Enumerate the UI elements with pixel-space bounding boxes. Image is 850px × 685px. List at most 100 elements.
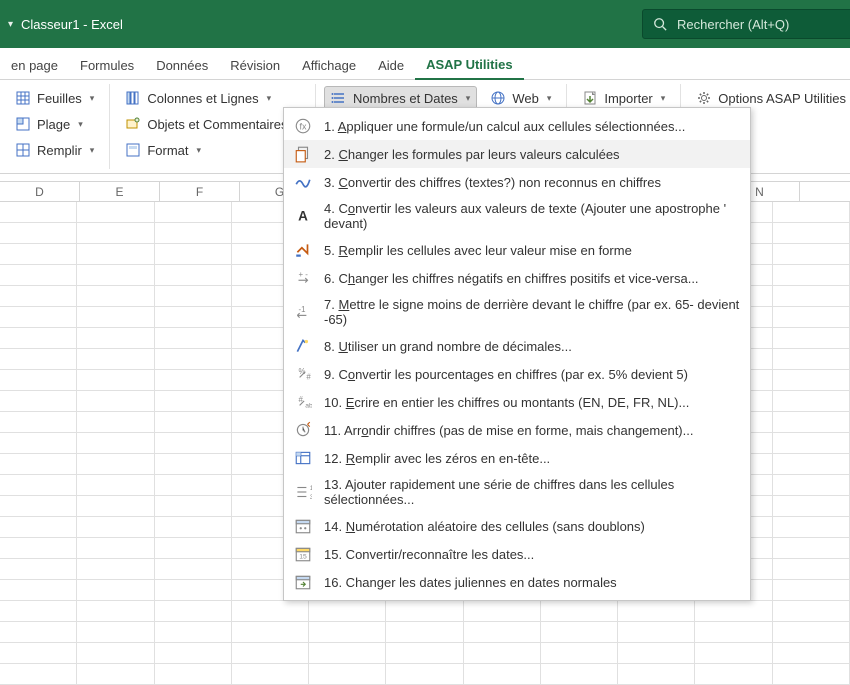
- cell[interactable]: [541, 601, 618, 622]
- cell[interactable]: [0, 328, 77, 349]
- cell[interactable]: [773, 538, 850, 559]
- cell[interactable]: [155, 244, 232, 265]
- cell[interactable]: [0, 202, 77, 223]
- ribbon-remplir[interactable]: Remplir▾: [8, 138, 101, 162]
- cell[interactable]: [155, 643, 232, 664]
- menu-item-2[interactable]: 2. Changer les formules par leurs valeur…: [284, 140, 750, 168]
- cell[interactable]: [0, 601, 77, 622]
- cell[interactable]: [155, 580, 232, 601]
- cell[interactable]: [77, 643, 154, 664]
- menu-item-6[interactable]: +-6. Changer les chiffres négatifs en ch…: [284, 264, 750, 292]
- cell[interactable]: [773, 223, 850, 244]
- cell[interactable]: [155, 559, 232, 580]
- cell[interactable]: [0, 454, 77, 475]
- cell[interactable]: [309, 664, 386, 685]
- cell[interactable]: [155, 454, 232, 475]
- cell[interactable]: [155, 307, 232, 328]
- ribbon-plage[interactable]: Plage▾: [8, 112, 101, 136]
- cell[interactable]: [386, 622, 463, 643]
- cell[interactable]: [77, 307, 154, 328]
- cell[interactable]: [77, 664, 154, 685]
- menu-item-8[interactable]: 8. Utiliser un grand nombre de décimales…: [284, 332, 750, 360]
- cell[interactable]: [309, 601, 386, 622]
- menu-item-9[interactable]: %#9. Convertir les pourcentages en chiff…: [284, 360, 750, 388]
- cell[interactable]: [155, 412, 232, 433]
- cell[interactable]: [541, 622, 618, 643]
- cell[interactable]: [773, 475, 850, 496]
- cell[interactable]: [77, 370, 154, 391]
- cell[interactable]: [155, 202, 232, 223]
- cell[interactable]: [618, 643, 695, 664]
- cell[interactable]: [0, 643, 77, 664]
- cell[interactable]: [77, 328, 154, 349]
- cell[interactable]: [309, 622, 386, 643]
- cell[interactable]: [773, 265, 850, 286]
- menu-item-13[interactable]: 1313. Ajouter rapidement une série de ch…: [284, 472, 750, 512]
- cell[interactable]: [155, 496, 232, 517]
- cell[interactable]: [0, 265, 77, 286]
- cell[interactable]: [773, 202, 850, 223]
- cell[interactable]: [77, 580, 154, 601]
- cell[interactable]: [232, 643, 309, 664]
- cell[interactable]: [77, 622, 154, 643]
- cell[interactable]: [618, 664, 695, 685]
- menu-item-12[interactable]: 12. Remplir avec les zéros en en-tête...: [284, 444, 750, 472]
- cell[interactable]: [155, 601, 232, 622]
- tab-révision[interactable]: Révision: [219, 52, 291, 79]
- cell[interactable]: [464, 643, 541, 664]
- cell[interactable]: [464, 601, 541, 622]
- cell[interactable]: [0, 286, 77, 307]
- cell[interactable]: [0, 559, 77, 580]
- title-caret-icon[interactable]: ▾: [8, 19, 13, 30]
- cell[interactable]: [695, 664, 772, 685]
- cell[interactable]: [77, 244, 154, 265]
- cell[interactable]: [77, 433, 154, 454]
- cell[interactable]: [464, 664, 541, 685]
- cell[interactable]: [0, 664, 77, 685]
- cell[interactable]: [155, 433, 232, 454]
- ribbon-format[interactable]: Format▾: [118, 138, 307, 162]
- cell[interactable]: [77, 286, 154, 307]
- cell[interactable]: [155, 286, 232, 307]
- cell[interactable]: [77, 496, 154, 517]
- cell[interactable]: [155, 664, 232, 685]
- cell[interactable]: [773, 454, 850, 475]
- cell[interactable]: [695, 643, 772, 664]
- cell[interactable]: [155, 622, 232, 643]
- cell[interactable]: [0, 307, 77, 328]
- column-header-E[interactable]: E: [80, 182, 160, 201]
- cell[interactable]: [155, 538, 232, 559]
- cell[interactable]: [155, 517, 232, 538]
- cell[interactable]: [773, 328, 850, 349]
- ribbon-feuilles[interactable]: Feuilles▾: [8, 86, 101, 110]
- cell[interactable]: [77, 265, 154, 286]
- cell[interactable]: [77, 538, 154, 559]
- menu-item-5[interactable]: 5. Remplir les cellules avec leur valeur…: [284, 236, 750, 264]
- cell[interactable]: [773, 286, 850, 307]
- cell[interactable]: [386, 643, 463, 664]
- cell[interactable]: [77, 475, 154, 496]
- cell[interactable]: [0, 580, 77, 601]
- cell[interactable]: [77, 517, 154, 538]
- menu-item-4[interactable]: A4. Convertir les valeurs aux valeurs de…: [284, 196, 750, 236]
- tab-aide[interactable]: Aide: [367, 52, 415, 79]
- cell[interactable]: [695, 601, 772, 622]
- cell[interactable]: [155, 370, 232, 391]
- ribbon-colonnes-et-lignes[interactable]: Colonnes et Lignes▾: [118, 86, 307, 110]
- cell[interactable]: [773, 307, 850, 328]
- cell[interactable]: [773, 664, 850, 685]
- cell[interactable]: [464, 622, 541, 643]
- cell[interactable]: [773, 244, 850, 265]
- cell[interactable]: [0, 412, 77, 433]
- cell[interactable]: [0, 538, 77, 559]
- menu-item-15[interactable]: 1515. Convertir/reconnaître les dates...: [284, 540, 750, 568]
- cell[interactable]: [77, 349, 154, 370]
- menu-item-14[interactable]: 14. Numérotation aléatoire des cellules …: [284, 512, 750, 540]
- cell[interactable]: [155, 475, 232, 496]
- cell[interactable]: [0, 496, 77, 517]
- cell[interactable]: [386, 664, 463, 685]
- tab-en-page[interactable]: en page: [0, 52, 69, 79]
- cell[interactable]: [773, 496, 850, 517]
- menu-item-1[interactable]: fx1. Appliquer une formule/un calcul aux…: [284, 112, 750, 140]
- cell[interactable]: [618, 601, 695, 622]
